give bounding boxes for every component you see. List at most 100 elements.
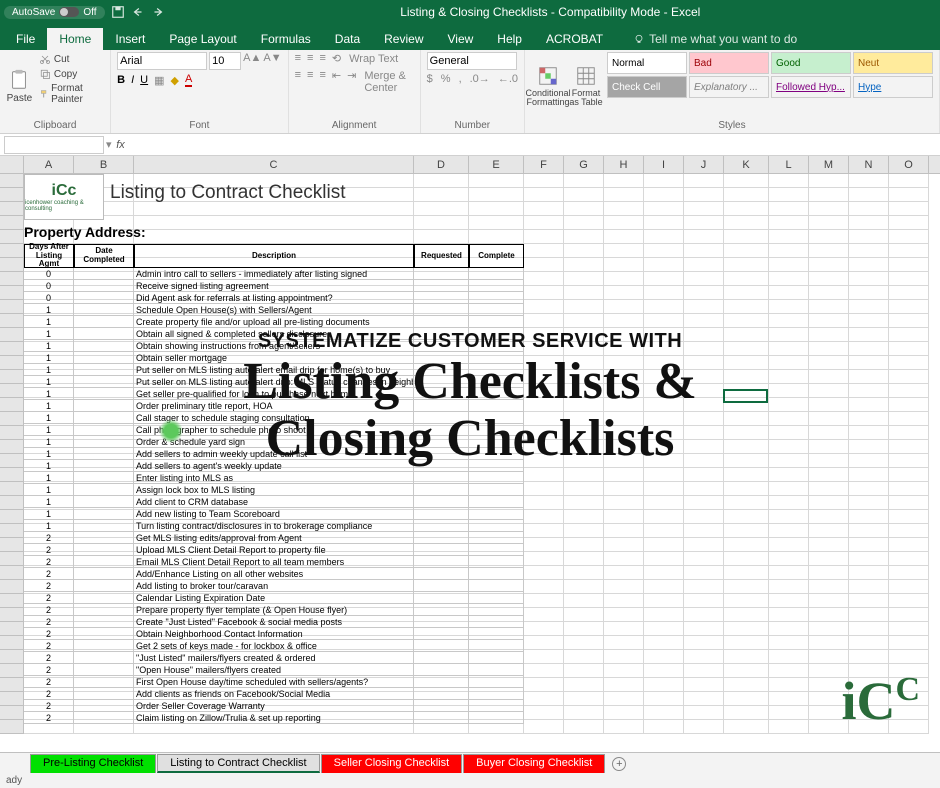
cell[interactable] <box>724 440 769 454</box>
underline-button[interactable]: U <box>140 74 148 86</box>
style-hyperlink[interactable]: Hype <box>853 76 933 98</box>
row-header[interactable] <box>0 174 24 188</box>
col-header-N[interactable]: N <box>849 156 889 173</box>
cell[interactable] <box>724 622 769 636</box>
decrease-decimal-icon[interactable]: ←.0 <box>498 73 518 85</box>
cell[interactable] <box>809 580 849 594</box>
cell-days[interactable]: 1 <box>24 460 74 472</box>
cell-days[interactable]: 0 <box>24 268 74 280</box>
cell-description[interactable]: Order Seller Coverage Warranty <box>134 700 414 712</box>
cell[interactable] <box>604 692 644 706</box>
cell[interactable] <box>724 692 769 706</box>
cell[interactable] <box>604 174 644 188</box>
cell-complete[interactable] <box>469 640 524 652</box>
cell[interactable] <box>604 244 644 258</box>
cell-date[interactable] <box>74 364 134 376</box>
cell[interactable] <box>644 720 684 734</box>
cell[interactable] <box>604 314 644 328</box>
cell[interactable] <box>724 720 769 734</box>
col-header-H[interactable]: H <box>604 156 644 173</box>
cell-requested[interactable] <box>414 688 469 700</box>
fill-color-button[interactable]: ◆ <box>171 74 179 87</box>
tab-data[interactable]: Data <box>323 28 372 50</box>
cell[interactable] <box>889 650 929 664</box>
cell[interactable] <box>524 174 564 188</box>
row-header[interactable] <box>0 608 24 622</box>
cell[interactable] <box>524 188 564 202</box>
cell-requested[interactable] <box>414 544 469 556</box>
cell[interactable] <box>564 272 604 286</box>
cell-complete[interactable] <box>469 352 524 364</box>
cell[interactable] <box>604 608 644 622</box>
cell[interactable] <box>604 580 644 594</box>
cell-days[interactable]: 2 <box>24 616 74 628</box>
cell[interactable] <box>724 636 769 650</box>
cell[interactable] <box>684 650 724 664</box>
cell[interactable] <box>724 650 769 664</box>
cell-description[interactable]: Add/Enhance Listing on all other website… <box>134 568 414 580</box>
cell[interactable] <box>564 342 604 356</box>
cell-requested[interactable] <box>414 292 469 304</box>
cell[interactable] <box>769 678 809 692</box>
col-header-F[interactable]: F <box>524 156 564 173</box>
cell[interactable] <box>604 622 644 636</box>
cell[interactable] <box>684 230 724 244</box>
cell[interactable] <box>604 426 644 440</box>
cell-styles-gallery[interactable]: Normal Bad Good Neut Check Cell Explanat… <box>607 52 933 120</box>
cell[interactable] <box>889 370 929 384</box>
cell-description[interactable]: "Just Listed" mailers/flyers created & o… <box>134 652 414 664</box>
cell[interactable] <box>724 580 769 594</box>
cell-requested[interactable] <box>414 508 469 520</box>
cell[interactable] <box>684 398 724 412</box>
cell-date[interactable] <box>74 628 134 640</box>
cell[interactable] <box>684 216 724 230</box>
cell[interactable] <box>809 188 849 202</box>
cell[interactable] <box>644 258 684 272</box>
cell[interactable] <box>769 664 809 678</box>
cell[interactable] <box>769 706 809 720</box>
cell[interactable] <box>644 552 684 566</box>
style-followed-hyperlink[interactable]: Followed Hyp... <box>771 76 851 98</box>
row-header[interactable] <box>0 622 24 636</box>
cell-requested[interactable] <box>414 700 469 712</box>
col-header-K[interactable]: K <box>724 156 769 173</box>
align-right-icon[interactable]: ≡ <box>319 69 325 95</box>
orientation-icon[interactable]: ⟲ <box>332 52 341 66</box>
cell[interactable] <box>769 454 809 468</box>
cell[interactable] <box>809 258 849 272</box>
cell-days[interactable]: 1 <box>24 376 74 388</box>
cell[interactable] <box>134 216 414 230</box>
cell[interactable] <box>604 202 644 216</box>
cell-requested[interactable] <box>414 436 469 448</box>
col-header-C[interactable]: C <box>134 156 414 173</box>
cell-date[interactable] <box>74 580 134 592</box>
cell[interactable] <box>524 286 564 300</box>
cell-requested[interactable] <box>414 592 469 604</box>
cell-description[interactable]: Receive signed listing agreement <box>134 280 414 292</box>
cell[interactable] <box>684 174 724 188</box>
row-header[interactable] <box>0 244 24 258</box>
cell[interactable] <box>604 720 644 734</box>
cell-description[interactable]: Upload MLS Client Detail Report to prope… <box>134 544 414 556</box>
row-header[interactable] <box>0 412 24 426</box>
cell[interactable] <box>604 188 644 202</box>
row-header[interactable] <box>0 538 24 552</box>
cell[interactable] <box>564 426 604 440</box>
cell-days[interactable]: 2 <box>24 688 74 700</box>
row-header[interactable] <box>0 440 24 454</box>
cell[interactable] <box>809 174 849 188</box>
cell[interactable] <box>644 370 684 384</box>
cell[interactable] <box>889 580 929 594</box>
select-all-corner[interactable] <box>0 156 24 173</box>
cell-description[interactable]: Obtain Neighborhood Contact Information <box>134 628 414 640</box>
cell[interactable] <box>564 692 604 706</box>
cell-complete[interactable] <box>469 328 524 340</box>
cell[interactable] <box>769 552 809 566</box>
merge-center-button[interactable]: Merge & Center <box>362 69 413 95</box>
cell[interactable] <box>809 594 849 608</box>
cell[interactable] <box>684 188 724 202</box>
cell-requested[interactable] <box>414 616 469 628</box>
cell[interactable] <box>849 580 889 594</box>
cell-requested[interactable] <box>414 316 469 328</box>
cell-description[interactable]: Get MLS listing edits/approval from Agen… <box>134 532 414 544</box>
